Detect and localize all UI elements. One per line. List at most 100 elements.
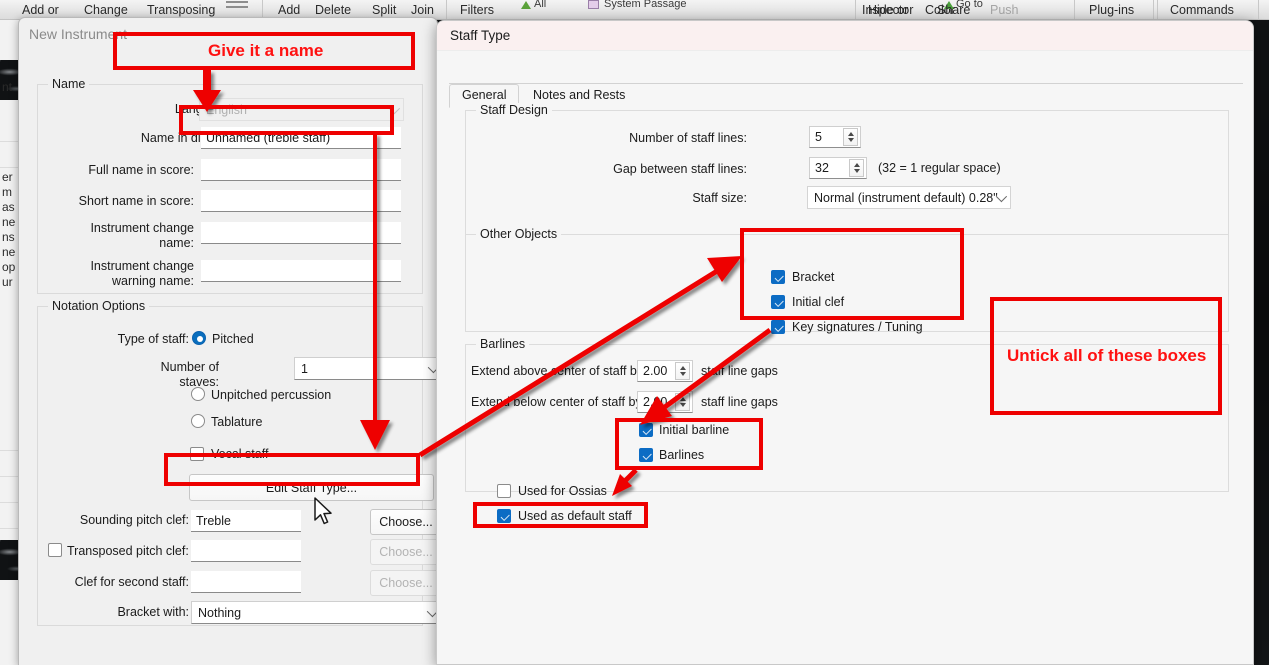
instrument-change-warning-name-input[interactable]: [201, 260, 401, 282]
ribbon-divider: [1074, 0, 1075, 19]
bracket-label: Bracket: [792, 270, 835, 284]
spinner-arrows-icon[interactable]: [675, 362, 690, 380]
gap-hint: (32 = 1 regular space): [878, 161, 1001, 175]
staff-size-label: Staff size:: [692, 191, 747, 205]
filter-green-icon: [521, 1, 531, 9]
background-text-fragment: ne: [2, 215, 16, 229]
chevron-down-icon: [388, 102, 401, 115]
edit-staff-type-button[interactable]: Edit Staff Type...: [189, 474, 434, 501]
pitched-radio[interactable]: [192, 331, 206, 345]
staff-lines-icon: [226, 1, 248, 11]
ribbon-item-system-passage[interactable]: System Passage: [604, 0, 687, 10]
ribbon-item-add[interactable]: Add: [278, 3, 300, 17]
background-text-fragment: er: [2, 170, 13, 184]
spinner-arrows-icon[interactable]: [849, 159, 864, 177]
staff-size-combo[interactable]: Normal (instrument default) 0.28": [807, 186, 1011, 209]
transposed-pitch-clef-label: Transposed pitch clef:: [67, 544, 189, 558]
ribbon-item-delete[interactable]: Delete: [315, 3, 351, 17]
background-text-fragment: ur: [2, 275, 13, 289]
number-of-staff-lines-spinner[interactable]: 5: [809, 126, 861, 148]
bracket-with-combo[interactable]: Nothing: [191, 601, 442, 624]
number-of-staves-value: 1: [301, 362, 308, 376]
type-of-staff-label: Type of staff:: [117, 332, 189, 346]
sounding-pitch-clef-input[interactable]: Treble: [191, 510, 301, 532]
ribbon-divider: [1157, 0, 1158, 19]
ribbon-item-transposing[interactable]: Transposing: [147, 3, 215, 17]
ribbon-item-filters[interactable]: Filters: [460, 3, 494, 17]
name-in-dialogs-input[interactable]: Unnamed (treble staff): [201, 127, 401, 149]
key-signatures-tuning-checkbox[interactable]: [771, 320, 785, 334]
extend-above-spinner[interactable]: 2.00: [637, 360, 693, 382]
clef-for-second-staff-label: Clef for second staff:: [74, 575, 189, 589]
tablature-label: Tablature: [211, 415, 263, 429]
full-name-in-score-input[interactable]: [201, 159, 401, 181]
other-objects-group: Other Objects: [465, 227, 1229, 332]
gap-between-staff-lines-value: 32: [815, 161, 829, 175]
background-text-fragment: ne: [2, 245, 16, 259]
extend-below-label: Extend below center of staff by: [471, 395, 642, 409]
background-text-fragment: m: [2, 185, 12, 199]
extend-above-value: 2.00: [643, 364, 668, 378]
ribbon-divider: [446, 0, 447, 19]
unpitched-percussion-radio[interactable]: [191, 387, 205, 401]
used-for-ossias-label: Used for Ossias: [518, 484, 607, 498]
clef-for-second-staff-input[interactable]: [191, 571, 301, 593]
staff-type-title: Staff Type: [450, 28, 511, 43]
transposed-pitch-clef-choose-button[interactable]: Choose...: [370, 539, 442, 565]
extend-above-label: Extend above center of staff by: [471, 364, 644, 378]
full-name-in-score-label: Full name in score:: [88, 163, 194, 177]
language-combo[interactable]: English: [199, 98, 404, 121]
ribbon-divider: [1153, 0, 1154, 19]
number-of-staves-combo[interactable]: 1: [294, 357, 443, 380]
extend-below-units: staff line gaps: [701, 395, 778, 409]
gap-between-staff-lines-label: Gap between staff lines:: [613, 162, 747, 176]
staff-type-dialog: Staff Type General Notes and Rests Staff…: [436, 20, 1254, 665]
barlines-checkbox[interactable]: [639, 448, 653, 462]
short-name-in-score-input[interactable]: [201, 190, 401, 212]
vocal-staff-label: Vocal staff: [211, 447, 269, 461]
ribbon-item-add-or[interactable]: Add or: [22, 3, 59, 17]
ribbon-item-commands[interactable]: Commands: [1170, 3, 1234, 17]
clef-for-second-staff-choose-button[interactable]: Choose...: [370, 570, 442, 596]
system-passage-icon: [588, 0, 599, 9]
background-text-fragment: nt: [2, 80, 13, 94]
ribbon-item-split[interactable]: Split: [372, 3, 396, 17]
ribbon-divider: [1258, 0, 1259, 19]
mouse-cursor: [314, 497, 332, 525]
bracket-with-value: Nothing: [198, 606, 242, 620]
ribbon-item-change[interactable]: Change: [84, 3, 128, 17]
new-instrument-dialog: New Instrument Name Language: English Na…: [18, 17, 443, 665]
spinner-arrows-icon[interactable]: [675, 393, 690, 411]
initial-clef-checkbox[interactable]: [771, 295, 785, 309]
sounding-pitch-clef-choose-button[interactable]: Choose...: [370, 509, 442, 535]
gap-between-staff-lines-spinner[interactable]: 32: [809, 157, 867, 179]
transposed-pitch-clef-input[interactable]: [191, 540, 301, 562]
ribbon-item-all[interactable]: All: [534, 0, 546, 10]
ribbon-item-inspector[interactable]: Inspector: [862, 3, 913, 17]
ribbon-item-share[interactable]: Share: [937, 3, 970, 17]
number-of-staff-lines-label: Number of staff lines:: [629, 131, 747, 145]
bracket-with-label: Bracket with:: [117, 605, 189, 619]
spinner-arrows-icon[interactable]: [843, 128, 858, 146]
number-of-staff-lines-value: 5: [815, 130, 822, 144]
transposed-pitch-clef-checkbox[interactable]: [48, 543, 62, 557]
used-for-ossias-checkbox[interactable]: [497, 484, 511, 498]
notation-options-legend: Notation Options: [48, 299, 150, 313]
pitched-label: Pitched: [212, 332, 254, 346]
bracket-checkbox[interactable]: [771, 270, 785, 284]
short-name-in-score-label: Short name in score:: [78, 194, 194, 208]
used-as-default-staff-checkbox[interactable]: [497, 509, 511, 523]
screen: Add or Change Transposing Add Delete Spl…: [0, 0, 1269, 665]
barlines-legend: Barlines: [476, 337, 530, 351]
ribbon-item-plug-ins[interactable]: Plug-ins: [1089, 3, 1134, 17]
vocal-staff-checkbox[interactable]: [190, 447, 204, 461]
tablature-radio[interactable]: [191, 414, 205, 428]
used-as-default-staff-label: Used as default staff: [518, 509, 632, 523]
instrument-change-name-input[interactable]: [201, 222, 401, 244]
ribbon-item-push[interactable]: Push: [990, 3, 1019, 17]
initial-barline-checkbox[interactable]: [639, 423, 653, 437]
extend-below-spinner[interactable]: 2.00: [637, 391, 693, 413]
staff-design-legend: Staff Design: [476, 103, 552, 117]
ribbon-item-join[interactable]: Join: [411, 3, 434, 17]
annotation-label-give-name: Give it a name: [208, 41, 324, 60]
